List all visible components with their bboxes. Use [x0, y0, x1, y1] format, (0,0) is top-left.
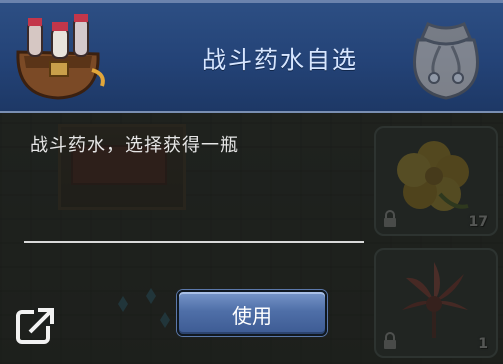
dialog-description: 战斗药水，选择获得一瓶 [30, 135, 239, 156]
share-icon[interactable] [14, 304, 58, 348]
potion-bag-icon [16, 14, 105, 100]
pouch-icon [413, 22, 479, 100]
use-button[interactable]: 使用 [177, 290, 327, 336]
dialog-header: 战斗药水自选 [0, 0, 503, 113]
dialog-title: 战斗药水自选 [202, 46, 358, 74]
divider [24, 241, 364, 243]
